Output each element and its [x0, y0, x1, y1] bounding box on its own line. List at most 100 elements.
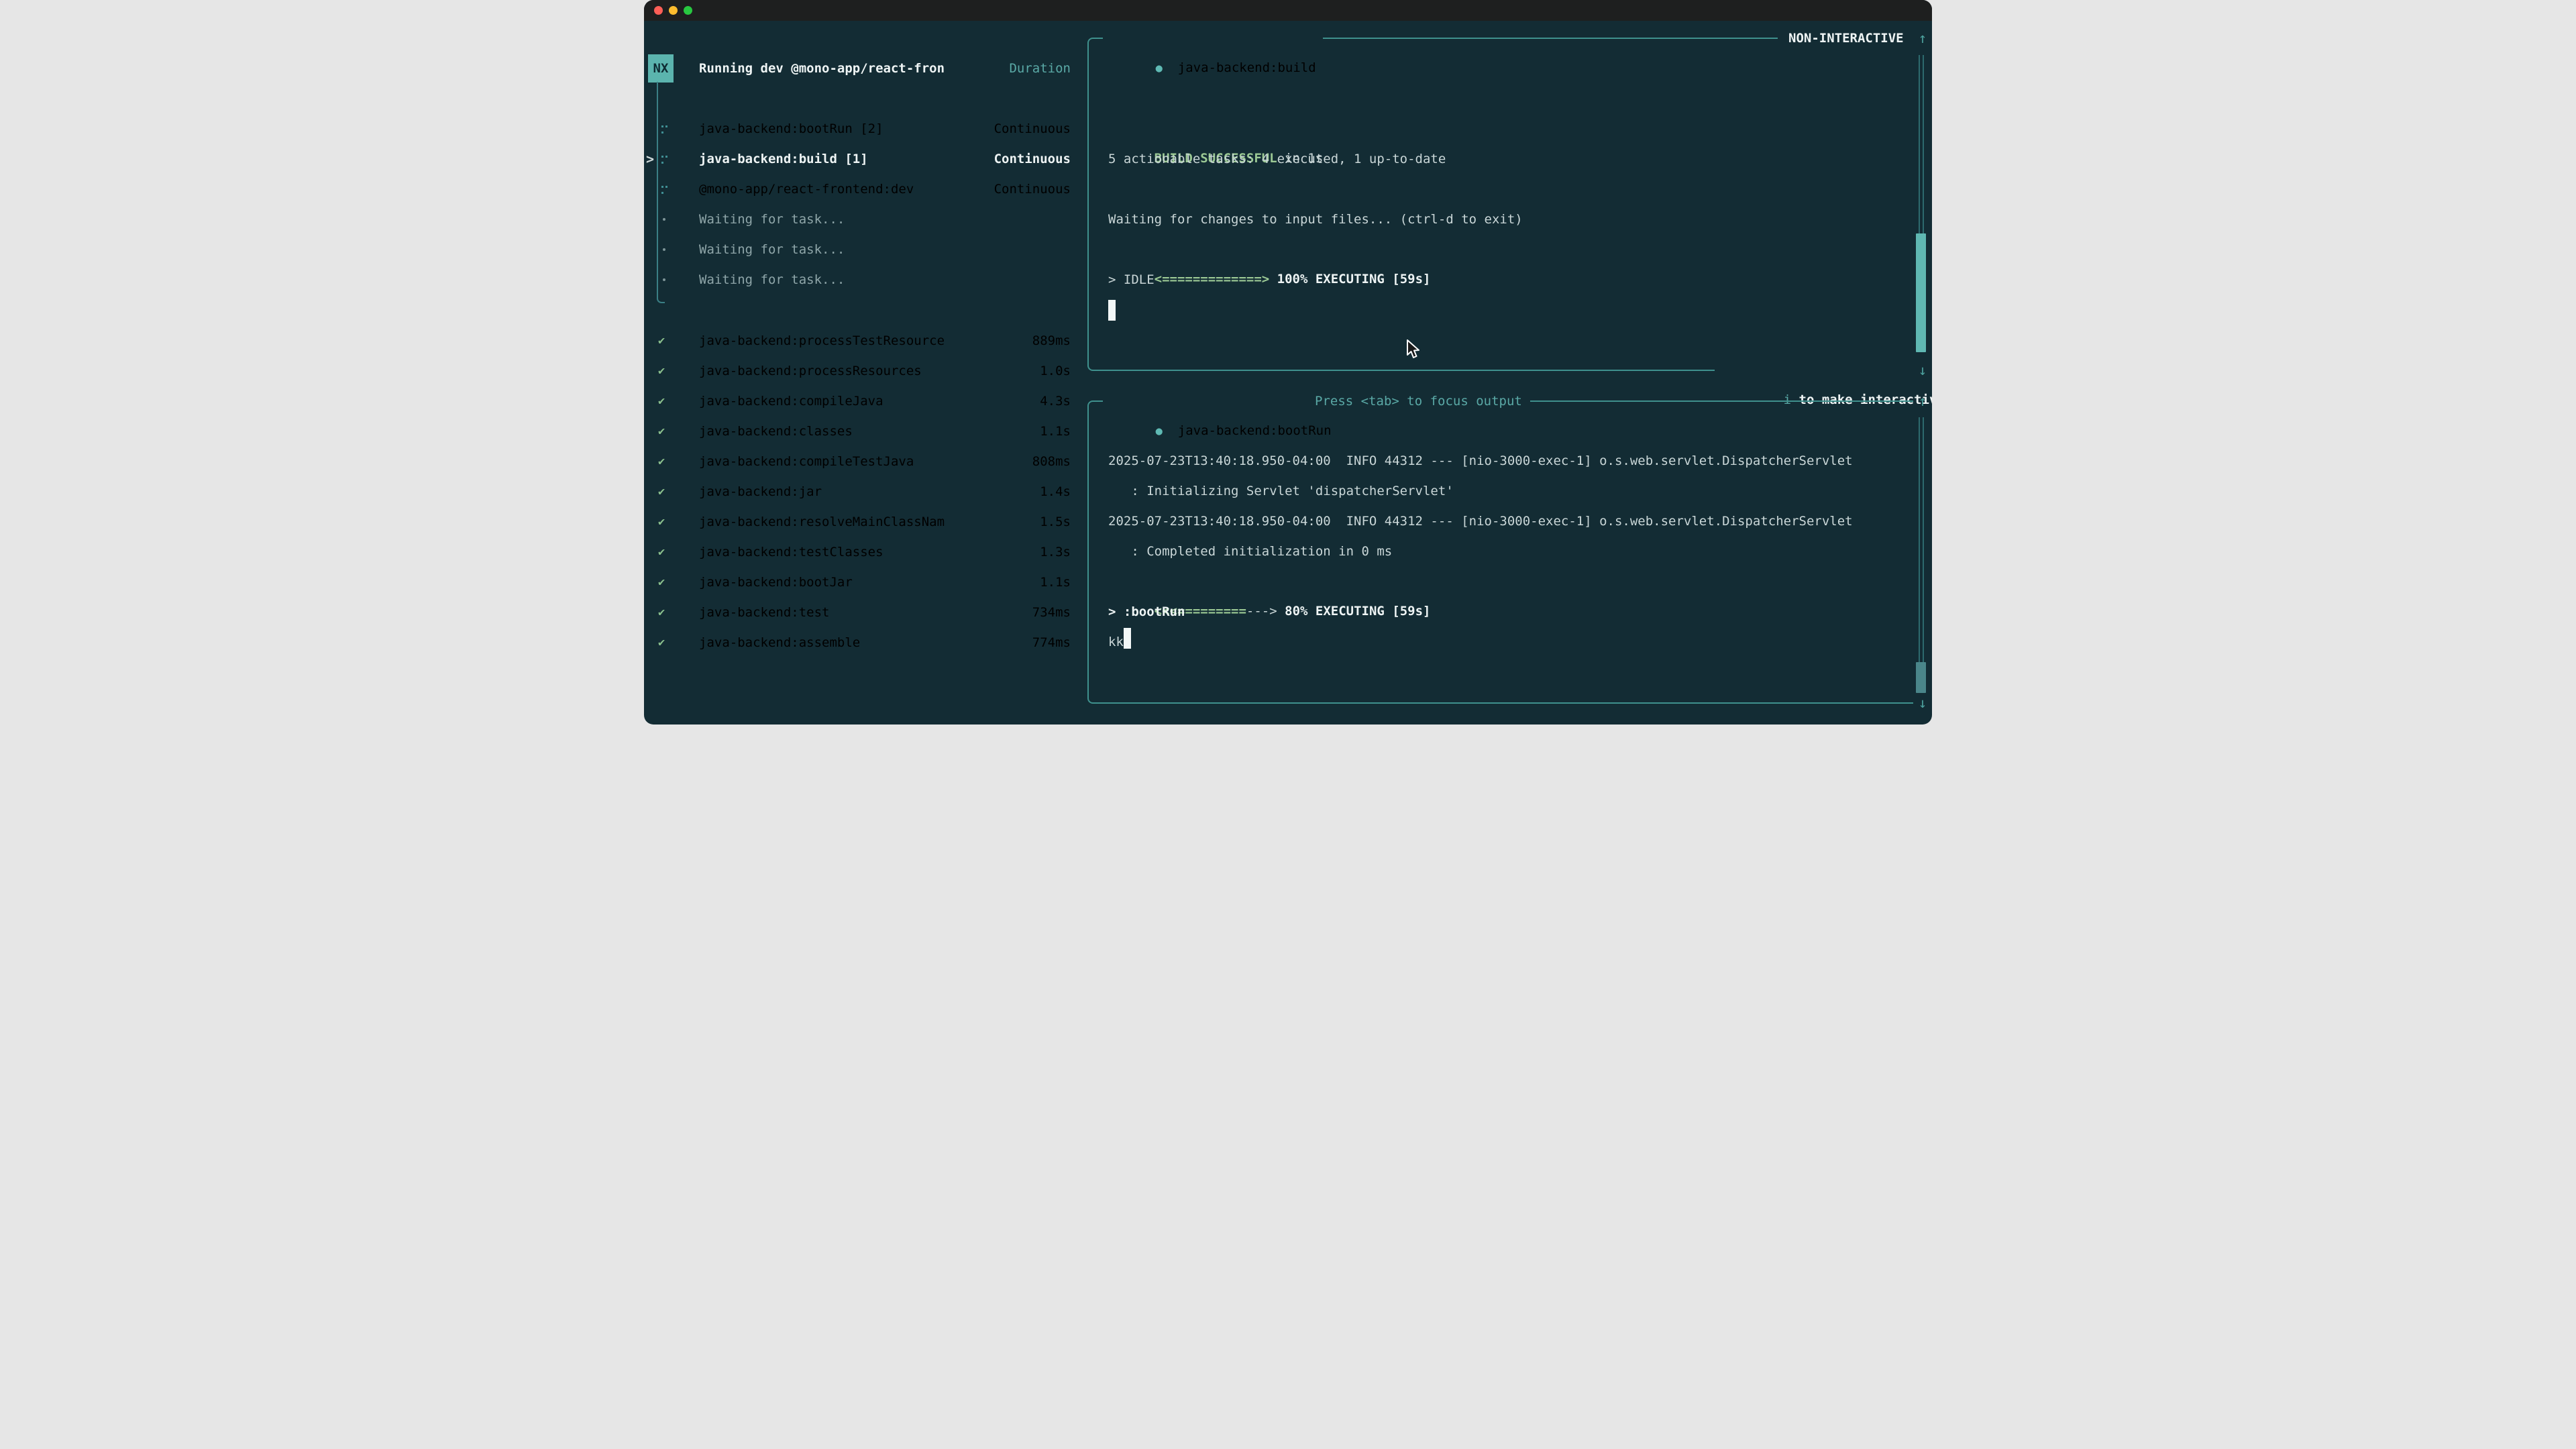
bootrun-progress-bar: =========: [1177, 604, 1246, 619]
sidebar-title: Running dev @mono-app/react-fron: [699, 54, 945, 83]
titlebar: [644, 0, 1932, 21]
task-spinner-icon: [661, 186, 663, 188]
task-duration: 808ms: [1032, 447, 1071, 476]
task-duration: 1.5s: [1040, 507, 1071, 537]
check-icon: ✔: [658, 477, 665, 506]
tui-screen: NX Running dev @mono-app/react-fron Dura…: [644, 21, 1932, 724]
panel-bullet-icon: ●: [1156, 62, 1163, 75]
log-line: : Initializing Servlet 'dispatcherServle…: [1108, 476, 1454, 506]
terminal-window: NX Running dev @mono-app/react-fron Dura…: [644, 0, 1932, 724]
log-line: 2025-07-23T13:40:18.950-04:00 INFO 44312…: [1108, 506, 1853, 536]
log-line: : Completed initialization in 0 ms: [1108, 537, 1392, 566]
minimize-button[interactable]: [669, 6, 678, 15]
running-task-row[interactable]: > java-backend:build [1] Continuous: [644, 144, 1080, 174]
task-spinner-icon: [661, 156, 663, 158]
completed-task-row[interactable]: ✔java-backend:test734ms: [644, 598, 1080, 627]
task-label: @mono-app/react-frontend:dev: [699, 174, 914, 204]
nx-logo: NX: [648, 54, 674, 83]
build-panel-header[interactable]: ● java-backend:build: [1103, 23, 1323, 53]
bootrun-scroll-up-arrow[interactable]: ↑: [1914, 386, 1931, 416]
task-label: java-backend:test: [699, 598, 829, 627]
task-label: java-backend:build [1]: [699, 144, 868, 174]
task-label: java-backend:bootRun [2]: [699, 114, 883, 144]
running-task-row[interactable]: Waiting for task...: [644, 265, 1080, 294]
build-progress-text: 100% EXECUTING [59s]: [1269, 272, 1430, 286]
log-line: 2025-07-23T13:40:18.950-04:00 INFO 44312…: [1108, 446, 1853, 476]
bootrun-panel-title: java-backend:bootRun: [1178, 423, 1332, 438]
running-task-row[interactable]: java-backend:bootRun [2] Continuous: [644, 114, 1080, 144]
waiting-line: Waiting for changes to input files... (c…: [1108, 205, 1523, 234]
bootrun-scroll-down-arrow[interactable]: ↓: [1914, 688, 1931, 718]
task-label: java-backend:processResources: [699, 356, 922, 386]
completed-task-row[interactable]: ✔java-backend:compileJava4.3s: [644, 386, 1080, 416]
completed-task-row[interactable]: ✔ java-backend:jar 1.4s: [644, 477, 1080, 506]
task-status: Continuous: [994, 174, 1071, 204]
idle-line: > IDLE: [1108, 265, 1155, 294]
check-icon: ✔: [658, 417, 665, 446]
completed-task-row[interactable]: ✔java-backend:classes1.1s: [644, 417, 1080, 446]
build-panel-title: java-backend:build: [1178, 60, 1316, 75]
task-label: java-backend:compileTestJava: [699, 447, 914, 476]
task-label: java-backend:jar: [699, 477, 822, 506]
running-task-row[interactable]: Waiting for task...: [644, 235, 1080, 264]
build-progress-line: <=============> 100% EXECUTING [59s]: [1108, 235, 1430, 264]
check-icon: ✔: [658, 356, 665, 386]
waiting-dot-icon: [663, 218, 665, 221]
selected-task-pointer: >: [646, 144, 654, 174]
check-icon: ✔: [658, 507, 665, 537]
task-label: java-backend:assemble: [699, 628, 860, 657]
bootrun-progress-text: 80% EXECUTING [59s]: [1277, 604, 1431, 619]
non-interactive-badge: NON-INTERACTIVE: [1778, 23, 1913, 53]
check-icon: ✔: [658, 568, 665, 597]
task-duration: 1.4s: [1040, 477, 1071, 506]
check-icon: ✔: [658, 326, 665, 356]
focus-hint: Press <tab> to focus output: [1289, 386, 1530, 416]
waiting-dot-icon: [663, 248, 665, 251]
waiting-dot-icon: [663, 278, 665, 281]
bootrun-progress-line: <<<=========---> 80% EXECUTING [59s]: [1108, 567, 1430, 596]
bootrun-task-line: > :bootRun: [1108, 597, 1185, 627]
task-duration: 1.3s: [1040, 537, 1071, 567]
bootrun-scrollbar-track[interactable]: [1919, 417, 1924, 662]
build-scroll-up-arrow[interactable]: ↑: [1914, 23, 1931, 53]
build-status-line: BUILD SUCCESSFUL in 1s: [1108, 114, 1323, 144]
completed-task-row[interactable]: ✔ java-backend:assemble 774ms: [644, 628, 1080, 657]
task-label: java-backend:resolveMainClassNam: [699, 507, 945, 537]
task-duration: 1.0s: [1040, 356, 1071, 386]
task-status: Continuous: [994, 144, 1071, 174]
task-label: Waiting for task...: [699, 235, 845, 264]
running-task-row[interactable]: Waiting for task...: [644, 205, 1080, 234]
check-icon: ✔: [658, 386, 665, 416]
bootrun-progress-tail: --->: [1246, 604, 1277, 619]
tasks-summary-line: 5 actionable tasks: 4 executed, 1 up-to-…: [1108, 144, 1446, 174]
check-icon: ✔: [658, 447, 665, 476]
pagination: ← 1/2 →: [659, 688, 774, 718]
task-duration: 1.1s: [1040, 417, 1071, 446]
bootrun-input-line[interactable]: kk: [1108, 627, 1124, 657]
task-label: java-backend:processTestResource: [699, 326, 945, 356]
build-progress-bar: <=============>: [1155, 272, 1270, 286]
build-scroll-down-arrow[interactable]: ↓: [1914, 356, 1931, 385]
bootrun-input-cursor: [1124, 628, 1131, 649]
check-icon: ✔: [658, 598, 665, 627]
completed-task-row[interactable]: ✔java-backend:testClasses1.3s: [644, 537, 1080, 567]
running-task-row[interactable]: @mono-app/react-frontend:dev Continuous: [644, 174, 1080, 204]
completed-task-row[interactable]: ✔ java-backend:compileTestJava 808ms: [644, 447, 1080, 476]
footer-key-hints: quit: q help: ?: [886, 688, 1071, 718]
task-status: Continuous: [994, 114, 1071, 144]
task-duration: 774ms: [1032, 628, 1071, 657]
maximize-button[interactable]: [684, 6, 692, 15]
task-label: java-backend:bootJar: [699, 568, 853, 597]
task-duration: 4.3s: [1040, 386, 1071, 416]
build-terminal-cursor: [1108, 300, 1116, 321]
build-scrollbar-track[interactable]: [1919, 55, 1924, 233]
completed-task-row[interactable]: ✔ java-backend:processResources 1.0s: [644, 356, 1080, 386]
completed-task-row[interactable]: ✔ java-backend:resolveMainClassNam 1.5s: [644, 507, 1080, 537]
completed-task-row[interactable]: ✔java-backend:processTestResource889ms: [644, 326, 1080, 356]
completed-task-row[interactable]: ✔ java-backend:bootJar 1.1s: [644, 568, 1080, 597]
task-duration: 1.1s: [1040, 568, 1071, 597]
build-scrollbar-thumb[interactable]: [1916, 233, 1926, 352]
close-button[interactable]: [654, 6, 663, 15]
check-icon: ✔: [658, 628, 665, 657]
task-label: java-backend:testClasses: [699, 537, 883, 567]
